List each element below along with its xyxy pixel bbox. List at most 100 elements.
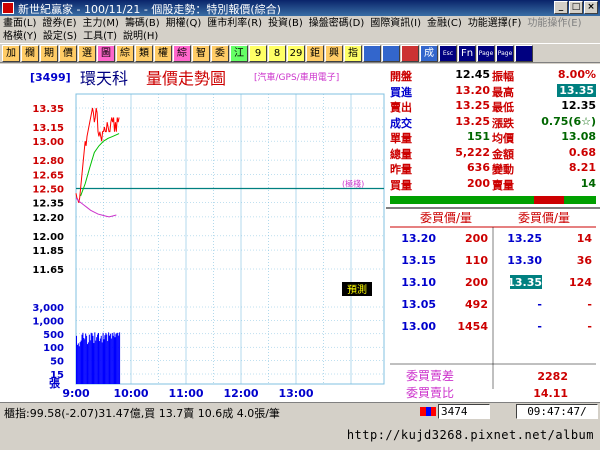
bid-price: 13.00 — [401, 320, 436, 333]
time-tick-label: 9:00 — [62, 387, 90, 400]
volume-bar — [108, 332, 110, 384]
toolbar-button-25[interactable]: Page — [477, 45, 495, 62]
toolbar: 加欄期價選圖綜類權綜智委江 9 8 29 鉅興指成 Esc Fn Page Page — [0, 43, 600, 63]
order-ratio-value: 14.11 — [533, 387, 568, 400]
volume-bar — [103, 339, 105, 384]
toolbar-button-16[interactable]: 鉅 — [306, 45, 324, 62]
volume-bar — [82, 332, 84, 384]
volume-bar — [101, 342, 103, 384]
price-tick-label: 12.20 — [32, 213, 64, 224]
volume-bar — [104, 335, 106, 384]
ask-price: 13.25 — [507, 232, 542, 245]
index-summary: 櫃指:99.58(-2.07)31.47億,買 13.7賣 10.6成 4.0張… — [4, 407, 280, 420]
price-tick-label: 11.65 — [32, 265, 64, 276]
order-diff-value: 2282 — [537, 370, 568, 383]
volume-bar — [83, 338, 85, 384]
stock-name: 環天科 — [80, 69, 128, 88]
volume-bar — [111, 332, 113, 384]
toolbar-button-26[interactable]: Page — [496, 45, 514, 62]
toolbar-button-0[interactable]: 加 — [2, 45, 20, 62]
toolbar-button-24[interactable]: Fn — [458, 45, 476, 62]
menu-item-secondary-3[interactable]: 說明(H) — [120, 30, 161, 44]
toolbar-button-15[interactable]: 29 — [287, 45, 305, 62]
quote-l2: 均價 — [492, 132, 514, 145]
toolbar-button-7[interactable]: 類 — [135, 45, 153, 62]
window-title-bar: 新世紀贏家 - 100/11/21 - 個股走勢：特別報價(綜合) _ □ × — [0, 0, 600, 16]
volume-tick-label: 1,000 — [32, 316, 64, 327]
volume-bar — [87, 344, 88, 384]
quote-v1: 13.20 — [455, 83, 490, 97]
reference-label: (極棧) — [342, 179, 364, 189]
toolbar-button-14[interactable]: 8 — [268, 45, 286, 62]
quote-l1: 開盤 — [390, 70, 412, 83]
quote-l1: 單量 — [390, 132, 412, 145]
toolbar-button-19[interactable] — [363, 45, 381, 62]
volume-tick-label: 100 — [43, 343, 64, 354]
volume-bar — [88, 334, 90, 384]
bid-header: 委買價/量 — [420, 211, 472, 225]
color-indicator — [420, 407, 436, 416]
menu-item-secondary-0[interactable]: 格模(Y) — [0, 30, 40, 44]
toolbar-button-1[interactable]: 欄 — [21, 45, 39, 62]
toolbar-button-17[interactable]: 興 — [325, 45, 343, 62]
menu-item-secondary-1[interactable]: 設定(S) — [40, 30, 80, 44]
plot-frame — [75, 93, 385, 385]
toolbar-button-4[interactable]: 選 — [78, 45, 96, 62]
watermark-url: http://kujd3268.pixnet.net/album — [346, 428, 594, 442]
toolbar-button-27[interactable] — [515, 45, 533, 62]
quote-l2: 變動 — [492, 163, 514, 176]
menu-bar-secondary: 格模(Y) 設定(S) 工具(T) 說明(H) — [0, 29, 600, 43]
volume-bar — [102, 332, 104, 384]
toolbar-button-5[interactable]: 圖 — [97, 45, 115, 62]
volume-bar — [116, 332, 118, 384]
order-ratio-label: 委買賣比 — [406, 385, 454, 400]
quote-v1: 200 — [467, 176, 490, 190]
volume-bar — [80, 340, 82, 384]
bid-price: 13.05 — [401, 298, 436, 311]
volume-bar — [97, 334, 99, 384]
ask-price: 13.30 — [507, 254, 542, 267]
volume-bar — [86, 335, 88, 384]
volume-tick-label: 500 — [43, 330, 64, 341]
toolbar-button-9[interactable]: 綜 — [173, 45, 191, 62]
stock-code-input[interactable]: 3474 — [438, 404, 490, 419]
ask-volume: 14 — [577, 232, 593, 245]
quote-v1: 151 — [467, 130, 490, 143]
quote-v2: 8.21 — [568, 161, 596, 174]
quote-row: 單量 151 均價 13.08 — [386, 130, 600, 145]
toolbar-button-11[interactable]: 委 — [211, 45, 229, 62]
maximize-button[interactable]: □ — [569, 1, 583, 14]
estimate-tag: 預測 — [347, 283, 367, 296]
quote-v2: 0.75(6☆) — [541, 114, 596, 128]
toolbar-button-21[interactable] — [401, 45, 419, 62]
toolbar-button-23[interactable]: Esc — [439, 45, 457, 62]
toolbar-button-8[interactable]: 權 — [154, 45, 172, 62]
close-button[interactable]: × — [584, 1, 598, 14]
toolbar-button-13[interactable]: 9 — [249, 45, 267, 62]
volume-tick-label: 50 — [50, 357, 64, 368]
ask-volume: 36 — [577, 254, 593, 267]
volume-bar — [84, 339, 86, 384]
toolbar-button-2[interactable]: 期 — [40, 45, 58, 62]
quote-v1: 13.25 — [455, 114, 490, 128]
quote-l2: 最高 — [492, 85, 514, 99]
quote-l1: 買進 — [390, 85, 412, 99]
volume-bar — [77, 343, 79, 384]
volume-bar — [119, 332, 121, 384]
time-tick-label: 12:00 — [223, 387, 258, 400]
toolbar-button-20[interactable] — [382, 45, 400, 62]
minimize-button[interactable]: _ — [554, 1, 568, 14]
toolbar-button-6[interactable]: 綜 — [116, 45, 134, 62]
bid-volume: 492 — [465, 298, 488, 311]
volume-bar — [94, 332, 96, 384]
quote-v2: 13.08 — [561, 130, 596, 143]
toolbar-button-3[interactable]: 價 — [59, 45, 77, 62]
toolbar-button-18[interactable]: 指 — [344, 45, 362, 62]
bid-volume: 200 — [465, 232, 488, 245]
toolbar-button-12[interactable]: 江 — [230, 45, 248, 62]
quote-v2: 14 — [580, 176, 596, 190]
menu-item-secondary-2[interactable]: 工具(T) — [80, 30, 120, 44]
quote-v2: 0.68 — [568, 145, 596, 159]
toolbar-button-10[interactable]: 智 — [192, 45, 210, 62]
toolbar-button-22[interactable]: 成 — [420, 45, 438, 62]
